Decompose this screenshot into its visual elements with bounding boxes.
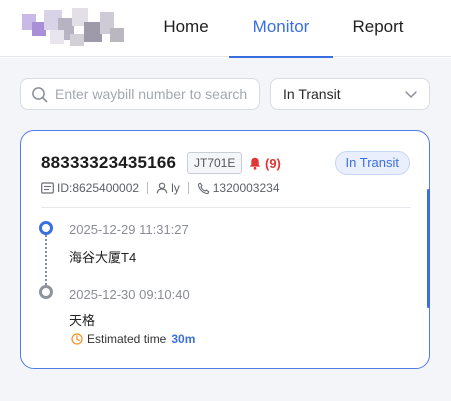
phone-number: 1320003234 (212, 181, 280, 195)
alert-count: (9) (265, 155, 281, 171)
meta-divider (187, 182, 189, 194)
timeline-node-next (39, 285, 53, 299)
timeline-location: 天格 (69, 313, 96, 328)
user-name: ly (171, 181, 180, 195)
user-icon (156, 182, 168, 194)
eta-label: Estimated time (87, 332, 167, 346)
timeline-node-current (39, 221, 53, 235)
tab-home[interactable]: Home (150, 0, 222, 57)
timeline-connector (45, 235, 47, 285)
id-card-icon (41, 182, 54, 194)
chevron-down-icon (405, 91, 417, 98)
status-badge: In Transit (334, 151, 410, 175)
flight-tag: JT701E (187, 152, 243, 174)
search-input[interactable] (55, 80, 257, 108)
clock-icon (71, 333, 83, 345)
waybill-card[interactable]: 88333323435166 JT701E (9) In Transit ID:… (20, 130, 430, 369)
meta-divider (147, 182, 149, 194)
bell-icon (249, 157, 261, 170)
waybill-meta: ID:8625400002 ly 1320003234 (41, 180, 280, 196)
logo (22, 8, 126, 50)
search-icon (32, 87, 48, 103)
phone-icon (197, 182, 210, 194)
timeline-location: 海谷大厦T4 (69, 250, 137, 265)
waybill-number: 88333323435166 (41, 153, 177, 172)
alert-indicator[interactable]: (9) (249, 155, 281, 171)
tab-monitor[interactable]: Monitor (229, 0, 333, 58)
status-filter-select[interactable]: In Transit (270, 78, 430, 110)
scrollbar[interactable] (427, 189, 430, 308)
eta-value: 30m (171, 332, 196, 346)
tab-report[interactable]: Report (340, 0, 416, 57)
timeline-time: 2025-12-30 09:10:40 (69, 287, 190, 302)
search-box[interactable] (20, 78, 260, 110)
top-header: Home Monitor Report (0, 0, 451, 58)
estimated-time: Estimated time 30m (71, 332, 195, 346)
card-divider (41, 207, 411, 208)
status-filter-value: In Transit (283, 86, 341, 102)
main-content: In Transit 88333323435166 JT701E (9) In … (0, 58, 451, 401)
waybill-id: ID:8625400002 (57, 181, 140, 195)
timeline-time: 2025-12-29 11:31:27 (69, 222, 189, 237)
